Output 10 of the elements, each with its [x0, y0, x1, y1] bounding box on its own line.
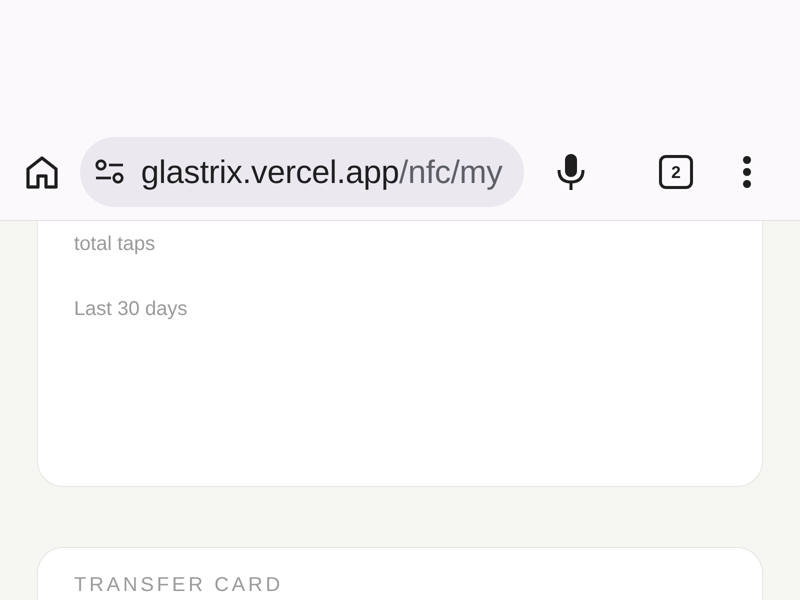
- card-heading: TRANSFER CARD: [74, 573, 284, 597]
- microphone-icon[interactable]: [556, 153, 586, 191]
- address-bar[interactable]: glastrix.vercel.app/nfc/my: [80, 137, 524, 207]
- menu-icon[interactable]: [742, 156, 752, 188]
- url-text: glastrix.vercel.app/nfc/my: [141, 152, 502, 192]
- tab-switcher-button[interactable]: 2: [659, 155, 693, 189]
- stat-label: total taps: [74, 232, 156, 257]
- tune-icon[interactable]: [95, 159, 125, 185]
- home-icon[interactable]: [25, 155, 59, 189]
- period-text: Last 30 days: [74, 297, 188, 322]
